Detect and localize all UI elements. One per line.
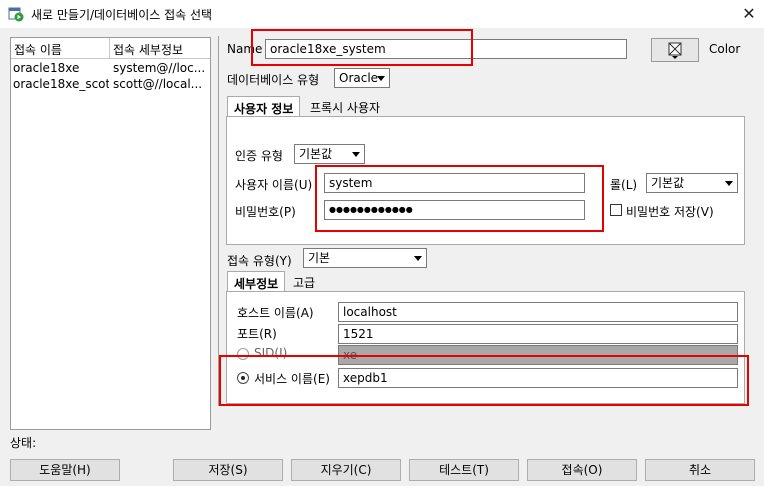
auth-type-label: 인증 유형 <box>235 149 283 163</box>
close-icon[interactable]: ✕ <box>738 3 760 25</box>
list-item[interactable]: oracle18xe_scott scott@//local... <box>11 76 210 92</box>
color-picker-icon <box>668 42 682 59</box>
splitter[interactable] <box>218 36 219 406</box>
tab-details[interactable]: 세부정보 <box>227 271 286 292</box>
app-icon <box>8 6 24 22</box>
save-button[interactable]: 저장(S) <box>173 459 283 481</box>
tab-user-info[interactable]: 사용자 정보 <box>227 96 301 117</box>
db-type-value: Oracle <box>339 71 379 85</box>
color-label: Color <box>709 42 741 56</box>
save-password-label: 비밀번호 저장(V) <box>626 205 714 219</box>
chevron-down-icon <box>725 181 733 186</box>
column-header-details[interactable]: 접속 세부정보 <box>113 41 183 58</box>
auth-type-value: 기본값 <box>299 147 333 161</box>
highlight-box-service <box>219 355 749 406</box>
port-label: 포트(R) <box>237 327 277 341</box>
chevron-down-icon <box>352 152 360 157</box>
cancel-button[interactable]: 취소 <box>645 459 755 481</box>
host-label: 호스트 이름(A) <box>237 306 314 320</box>
save-password-checkbox[interactable] <box>610 204 622 216</box>
conn-type-label: 접속 유형(Y) <box>227 254 292 268</box>
conn-type-value: 기본 <box>308 251 331 265</box>
connection-list[interactable]: 접속 이름 접속 세부정보 oracle18xe system@//loc...… <box>10 37 211 430</box>
connect-button[interactable]: 접속(O) <box>527 459 637 481</box>
column-header-name[interactable]: 접속 이름 <box>14 41 62 58</box>
connection-name: oracle18xe_scott <box>13 77 109 91</box>
connection-details: scott@//local... <box>113 77 203 91</box>
help-button[interactable]: 도움말(H) <box>10 459 120 481</box>
host-input[interactable]: localhost <box>338 302 738 322</box>
username-label: 사용자 이름(U) <box>235 178 313 192</box>
highlight-box-name <box>251 29 473 66</box>
color-button[interactable] <box>651 38 699 62</box>
role-value: 기본값 <box>651 176 685 190</box>
connection-details: system@//loc... <box>113 61 206 75</box>
chevron-down-icon <box>414 256 422 261</box>
status-label: 상태: <box>10 436 37 450</box>
conn-type-select[interactable]: 기본 <box>303 248 427 268</box>
connection-name: oracle18xe <box>13 61 80 75</box>
window-title: 새로 만들기/데이터베이스 접속 선택 <box>31 8 213 22</box>
password-label: 비밀번호(P) <box>235 205 296 219</box>
list-item[interactable]: oracle18xe system@//loc... <box>11 60 210 76</box>
highlight-box-credentials <box>315 165 604 232</box>
db-type-select[interactable]: Oracle <box>334 68 390 88</box>
test-button[interactable]: 테스트(T) <box>409 459 519 481</box>
db-type-label: 데이터베이스 유형 <box>227 73 320 87</box>
auth-type-select[interactable]: 기본값 <box>294 144 365 164</box>
connection-list-header: 접속 이름 접속 세부정보 <box>11 38 210 59</box>
port-input[interactable]: 1521 <box>338 324 738 344</box>
role-label: 롤(L) <box>610 178 638 192</box>
role-select[interactable]: 기본값 <box>646 173 738 193</box>
clear-button[interactable]: 지우기(C) <box>291 459 401 481</box>
chevron-down-icon <box>377 76 385 81</box>
